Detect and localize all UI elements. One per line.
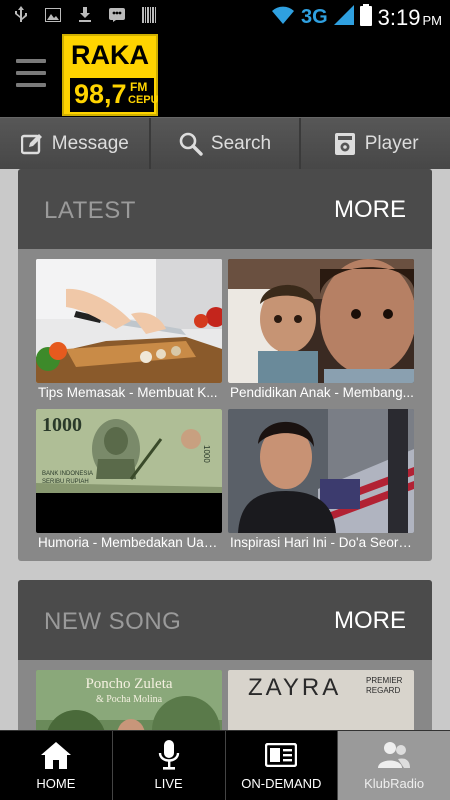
latest-header: LATEST MORE (18, 169, 432, 249)
latest-item-4[interactable]: Inspirasi Hari Ini - Do'a Seora... (228, 409, 414, 557)
usb-icon (12, 6, 30, 24)
logo-city: CEPU (128, 94, 159, 106)
status-bar: 3G 3:19 PM (0, 0, 450, 32)
action-toolbar: Message Search Player (0, 117, 450, 169)
nav-on-demand[interactable]: ON-DEMAND (226, 731, 339, 800)
nav-home-label: HOME (36, 776, 76, 791)
player-label: Player (364, 132, 419, 154)
new-song-section: NEW SONG MORE Poncho Zuleta & Pocha Moli… (18, 580, 432, 730)
svg-text:SERIBU RUPIAH: SERIBU RUPIAH (42, 479, 89, 485)
new-song-item-2[interactable]: ZAYRA PREMIER REGARD (228, 670, 414, 730)
message-button[interactable]: Message (0, 118, 151, 169)
home-icon (39, 738, 73, 772)
bbm-icon (108, 6, 126, 24)
battery-icon (359, 4, 372, 31)
nav-klubradio-label: KlubRadio (364, 776, 425, 791)
notification-icons (12, 6, 158, 24)
latest-caption-2: Pendidikan Anak - Membang... (230, 385, 414, 400)
logo-band: FM (130, 80, 148, 94)
clock: 3:19 PM (378, 5, 442, 31)
latest-caption-4: Inspirasi Hari Ini - Do'a Seora... (230, 535, 414, 550)
latest-title: LATEST (44, 197, 136, 224)
network-type: 3G (300, 6, 328, 28)
message-label: Message (51, 132, 129, 154)
logo-frequency-block: 98,7 FM CEPU (70, 78, 159, 112)
app-bar: RAKA 98,7 FM CEPU (0, 32, 450, 117)
latest-item-2[interactable]: Pendidikan Anak - Membang... (228, 259, 414, 407)
new-song-header: NEW SONG MORE (18, 580, 432, 660)
latest-thumbnail-children (228, 259, 414, 383)
clock-time: 3:19 (377, 4, 421, 30)
image-icon (44, 6, 62, 24)
radio-player-icon (333, 132, 357, 156)
latest-caption-1: Tips Memasak - Membuat K... (38, 385, 218, 400)
menu-icon[interactable] (16, 59, 46, 89)
compose-icon (20, 132, 44, 156)
bottom-navigation: HOME LIVE ON-DEMAND KlubRadio (0, 730, 450, 800)
svg-text:BANK INDONESIA: BANK INDONESIA (42, 471, 93, 477)
nav-live[interactable]: LIVE (113, 731, 226, 800)
search-button[interactable]: Search (150, 118, 302, 169)
album-cover-poncho-zuleta: Poncho Zuleta & Pocha Molina (36, 670, 222, 730)
content-area[interactable]: LATEST MORE Tips Memasak - Membuat K... … (0, 169, 450, 730)
clock-ampm: PM (422, 12, 443, 28)
svg-text:1000: 1000 (42, 414, 82, 436)
signal-icon (333, 5, 354, 30)
album-cover-subtitle-2: PREMIER REGARD (366, 676, 403, 695)
latest-caption-3: Humoria - Membedakan Uan... (38, 535, 222, 550)
nav-on-demand-label: ON-DEMAND (241, 776, 322, 791)
logo-name: RAKA (71, 40, 149, 70)
album-cover-subtitle-1: & Pocha Molina (95, 694, 163, 705)
album-cover-title-1: Poncho Zuleta (85, 676, 173, 692)
album-cover-zayra: ZAYRA PREMIER REGARD (228, 670, 414, 730)
latest-thumbnail-inspiration (228, 409, 414, 533)
station-logo[interactable]: RAKA 98,7 FM CEPU (62, 34, 159, 116)
latest-item-1[interactable]: Tips Memasak - Membuat K... (36, 259, 222, 407)
nav-live-label: LIVE (154, 776, 183, 791)
nav-home[interactable]: HOME (0, 731, 113, 800)
search-label: Search (210, 132, 272, 154)
new-song-more-button[interactable]: MORE (334, 607, 406, 635)
wifi-icon (271, 5, 295, 30)
new-song-item-1[interactable]: Poncho Zuleta & Pocha Molina (36, 670, 222, 730)
logo-frequency: 98,7 (74, 79, 127, 109)
status-indicators: 3G 3:19 PM (271, 4, 442, 31)
player-button[interactable]: Player (301, 118, 450, 169)
microphone-icon (152, 738, 186, 772)
users-icon (377, 738, 411, 772)
latest-thumbnail-cooking (36, 259, 222, 383)
latest-thumbnail-banknote: 1000 1000 BANK INDONESIA SERIBU RUPIAH (36, 409, 222, 533)
nav-klubradio[interactable]: KlubRadio (338, 731, 450, 800)
latest-more-button[interactable]: MORE (334, 196, 406, 224)
svg-text:1000: 1000 (202, 445, 211, 463)
barcode-icon (140, 6, 158, 24)
album-cover-title-2: ZAYRA (248, 674, 342, 701)
new-song-title: NEW SONG (44, 608, 182, 635)
media-library-icon (264, 738, 298, 772)
latest-section: LATEST MORE Tips Memasak - Membuat K... … (18, 169, 432, 561)
download-icon (76, 6, 94, 24)
latest-item-3[interactable]: 1000 1000 BANK INDONESIA SERIBU RUPIAH H… (36, 409, 222, 557)
search-icon (179, 132, 203, 156)
